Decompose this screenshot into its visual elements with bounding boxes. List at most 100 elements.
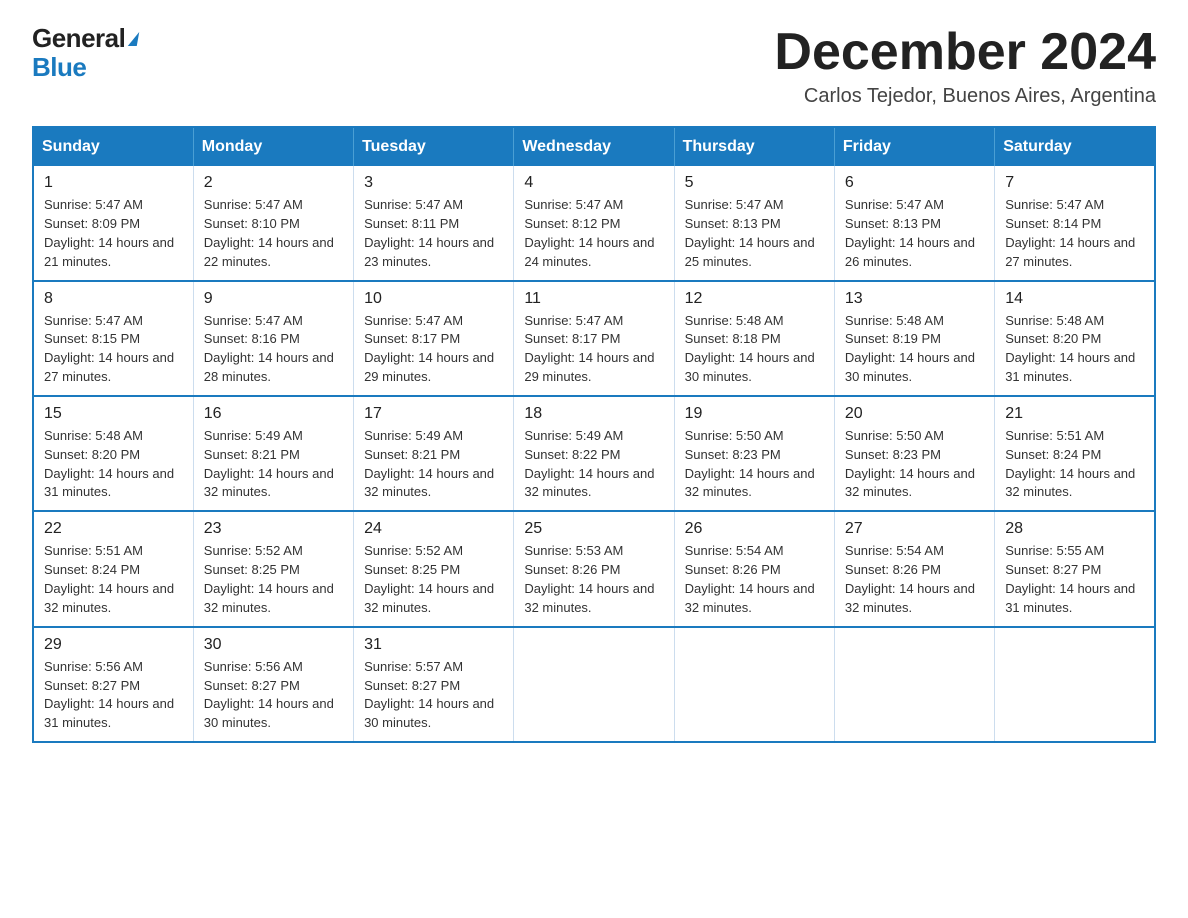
day-info: Sunrise: 5:48 AM Sunset: 8:20 PM Dayligh… [1005, 312, 1144, 387]
day-info: Sunrise: 5:47 AM Sunset: 8:17 PM Dayligh… [524, 312, 663, 387]
calendar-cell: 29 Sunrise: 5:56 AM Sunset: 8:27 PM Dayl… [33, 627, 193, 742]
calendar-week-3: 15 Sunrise: 5:48 AM Sunset: 8:20 PM Dayl… [33, 396, 1155, 511]
weekday-header-saturday: Saturday [995, 127, 1155, 166]
calendar-week-4: 22 Sunrise: 5:51 AM Sunset: 8:24 PM Dayl… [33, 511, 1155, 626]
day-number: 16 [204, 405, 343, 423]
day-number: 30 [204, 636, 343, 654]
calendar-cell: 31 Sunrise: 5:57 AM Sunset: 8:27 PM Dayl… [354, 627, 514, 742]
logo-general-text: General [32, 24, 138, 53]
day-info: Sunrise: 5:49 AM Sunset: 8:22 PM Dayligh… [524, 427, 663, 502]
weekday-header-sunday: Sunday [33, 127, 193, 166]
day-number: 23 [204, 520, 343, 538]
logo-blue-text: Blue [32, 53, 86, 82]
day-info: Sunrise: 5:47 AM Sunset: 8:13 PM Dayligh… [845, 196, 984, 271]
day-info: Sunrise: 5:52 AM Sunset: 8:25 PM Dayligh… [204, 542, 343, 617]
month-title: December 2024 [774, 24, 1156, 81]
day-info: Sunrise: 5:47 AM Sunset: 8:17 PM Dayligh… [364, 312, 503, 387]
day-info: Sunrise: 5:47 AM Sunset: 8:12 PM Dayligh… [524, 196, 663, 271]
day-number: 20 [845, 405, 984, 423]
day-number: 26 [685, 520, 824, 538]
calendar-cell: 8 Sunrise: 5:47 AM Sunset: 8:15 PM Dayli… [33, 281, 193, 396]
calendar-cell: 20 Sunrise: 5:50 AM Sunset: 8:23 PM Dayl… [834, 396, 994, 511]
day-info: Sunrise: 5:47 AM Sunset: 8:10 PM Dayligh… [204, 196, 343, 271]
day-number: 15 [44, 405, 183, 423]
day-number: 7 [1005, 174, 1144, 192]
day-info: Sunrise: 5:54 AM Sunset: 8:26 PM Dayligh… [845, 542, 984, 617]
calendar-cell: 14 Sunrise: 5:48 AM Sunset: 8:20 PM Dayl… [995, 281, 1155, 396]
calendar-cell: 12 Sunrise: 5:48 AM Sunset: 8:18 PM Dayl… [674, 281, 834, 396]
logo: General Blue [32, 24, 138, 81]
day-number: 31 [364, 636, 503, 654]
day-number: 9 [204, 290, 343, 308]
calendar-cell: 23 Sunrise: 5:52 AM Sunset: 8:25 PM Dayl… [193, 511, 353, 626]
day-info: Sunrise: 5:55 AM Sunset: 8:27 PM Dayligh… [1005, 542, 1144, 617]
day-info: Sunrise: 5:50 AM Sunset: 8:23 PM Dayligh… [845, 427, 984, 502]
day-number: 8 [44, 290, 183, 308]
calendar-cell: 5 Sunrise: 5:47 AM Sunset: 8:13 PM Dayli… [674, 166, 834, 280]
calendar-cell: 9 Sunrise: 5:47 AM Sunset: 8:16 PM Dayli… [193, 281, 353, 396]
weekday-header-thursday: Thursday [674, 127, 834, 166]
day-info: Sunrise: 5:54 AM Sunset: 8:26 PM Dayligh… [685, 542, 824, 617]
calendar-cell: 25 Sunrise: 5:53 AM Sunset: 8:26 PM Dayl… [514, 511, 674, 626]
day-info: Sunrise: 5:47 AM Sunset: 8:13 PM Dayligh… [685, 196, 824, 271]
calendar-cell: 10 Sunrise: 5:47 AM Sunset: 8:17 PM Dayl… [354, 281, 514, 396]
day-number: 12 [685, 290, 824, 308]
day-info: Sunrise: 5:56 AM Sunset: 8:27 PM Dayligh… [204, 658, 343, 733]
day-info: Sunrise: 5:47 AM Sunset: 8:15 PM Dayligh… [44, 312, 183, 387]
calendar-cell: 11 Sunrise: 5:47 AM Sunset: 8:17 PM Dayl… [514, 281, 674, 396]
day-number: 3 [364, 174, 503, 192]
weekday-header-friday: Friday [834, 127, 994, 166]
day-info: Sunrise: 5:49 AM Sunset: 8:21 PM Dayligh… [364, 427, 503, 502]
calendar-cell: 16 Sunrise: 5:49 AM Sunset: 8:21 PM Dayl… [193, 396, 353, 511]
day-info: Sunrise: 5:48 AM Sunset: 8:19 PM Dayligh… [845, 312, 984, 387]
day-info: Sunrise: 5:48 AM Sunset: 8:18 PM Dayligh… [685, 312, 824, 387]
calendar-cell: 22 Sunrise: 5:51 AM Sunset: 8:24 PM Dayl… [33, 511, 193, 626]
calendar-header-row: SundayMondayTuesdayWednesdayThursdayFrid… [33, 127, 1155, 166]
day-info: Sunrise: 5:49 AM Sunset: 8:21 PM Dayligh… [204, 427, 343, 502]
title-block: December 2024 Carlos Tejedor, Buenos Air… [774, 24, 1156, 108]
day-number: 29 [44, 636, 183, 654]
calendar-cell [834, 627, 994, 742]
calendar-cell: 17 Sunrise: 5:49 AM Sunset: 8:21 PM Dayl… [354, 396, 514, 511]
day-info: Sunrise: 5:53 AM Sunset: 8:26 PM Dayligh… [524, 542, 663, 617]
day-info: Sunrise: 5:57 AM Sunset: 8:27 PM Dayligh… [364, 658, 503, 733]
day-info: Sunrise: 5:52 AM Sunset: 8:25 PM Dayligh… [364, 542, 503, 617]
day-number: 25 [524, 520, 663, 538]
calendar-cell: 1 Sunrise: 5:47 AM Sunset: 8:09 PM Dayli… [33, 166, 193, 280]
page-header: General Blue December 2024 Carlos Tejedo… [32, 24, 1156, 108]
day-info: Sunrise: 5:47 AM Sunset: 8:14 PM Dayligh… [1005, 196, 1144, 271]
calendar-cell: 4 Sunrise: 5:47 AM Sunset: 8:12 PM Dayli… [514, 166, 674, 280]
day-number: 1 [44, 174, 183, 192]
calendar-cell: 24 Sunrise: 5:52 AM Sunset: 8:25 PM Dayl… [354, 511, 514, 626]
calendar-cell: 3 Sunrise: 5:47 AM Sunset: 8:11 PM Dayli… [354, 166, 514, 280]
calendar-cell: 13 Sunrise: 5:48 AM Sunset: 8:19 PM Dayl… [834, 281, 994, 396]
day-info: Sunrise: 5:51 AM Sunset: 8:24 PM Dayligh… [44, 542, 183, 617]
day-number: 19 [685, 405, 824, 423]
calendar-cell [995, 627, 1155, 742]
day-info: Sunrise: 5:47 AM Sunset: 8:16 PM Dayligh… [204, 312, 343, 387]
day-number: 6 [845, 174, 984, 192]
day-info: Sunrise: 5:48 AM Sunset: 8:20 PM Dayligh… [44, 427, 183, 502]
day-number: 10 [364, 290, 503, 308]
day-info: Sunrise: 5:47 AM Sunset: 8:11 PM Dayligh… [364, 196, 503, 271]
day-info: Sunrise: 5:50 AM Sunset: 8:23 PM Dayligh… [685, 427, 824, 502]
location: Carlos Tejedor, Buenos Aires, Argentina [774, 85, 1156, 108]
calendar-cell: 28 Sunrise: 5:55 AM Sunset: 8:27 PM Dayl… [995, 511, 1155, 626]
day-number: 18 [524, 405, 663, 423]
day-number: 5 [685, 174, 824, 192]
day-number: 22 [44, 520, 183, 538]
day-number: 14 [1005, 290, 1144, 308]
day-number: 28 [1005, 520, 1144, 538]
day-number: 27 [845, 520, 984, 538]
weekday-header-wednesday: Wednesday [514, 127, 674, 166]
calendar-cell: 18 Sunrise: 5:49 AM Sunset: 8:22 PM Dayl… [514, 396, 674, 511]
day-number: 11 [524, 290, 663, 308]
day-number: 17 [364, 405, 503, 423]
day-info: Sunrise: 5:51 AM Sunset: 8:24 PM Dayligh… [1005, 427, 1144, 502]
calendar-cell: 15 Sunrise: 5:48 AM Sunset: 8:20 PM Dayl… [33, 396, 193, 511]
day-info: Sunrise: 5:56 AM Sunset: 8:27 PM Dayligh… [44, 658, 183, 733]
calendar-cell: 27 Sunrise: 5:54 AM Sunset: 8:26 PM Dayl… [834, 511, 994, 626]
calendar-cell: 30 Sunrise: 5:56 AM Sunset: 8:27 PM Dayl… [193, 627, 353, 742]
calendar-cell: 6 Sunrise: 5:47 AM Sunset: 8:13 PM Dayli… [834, 166, 994, 280]
day-number: 13 [845, 290, 984, 308]
